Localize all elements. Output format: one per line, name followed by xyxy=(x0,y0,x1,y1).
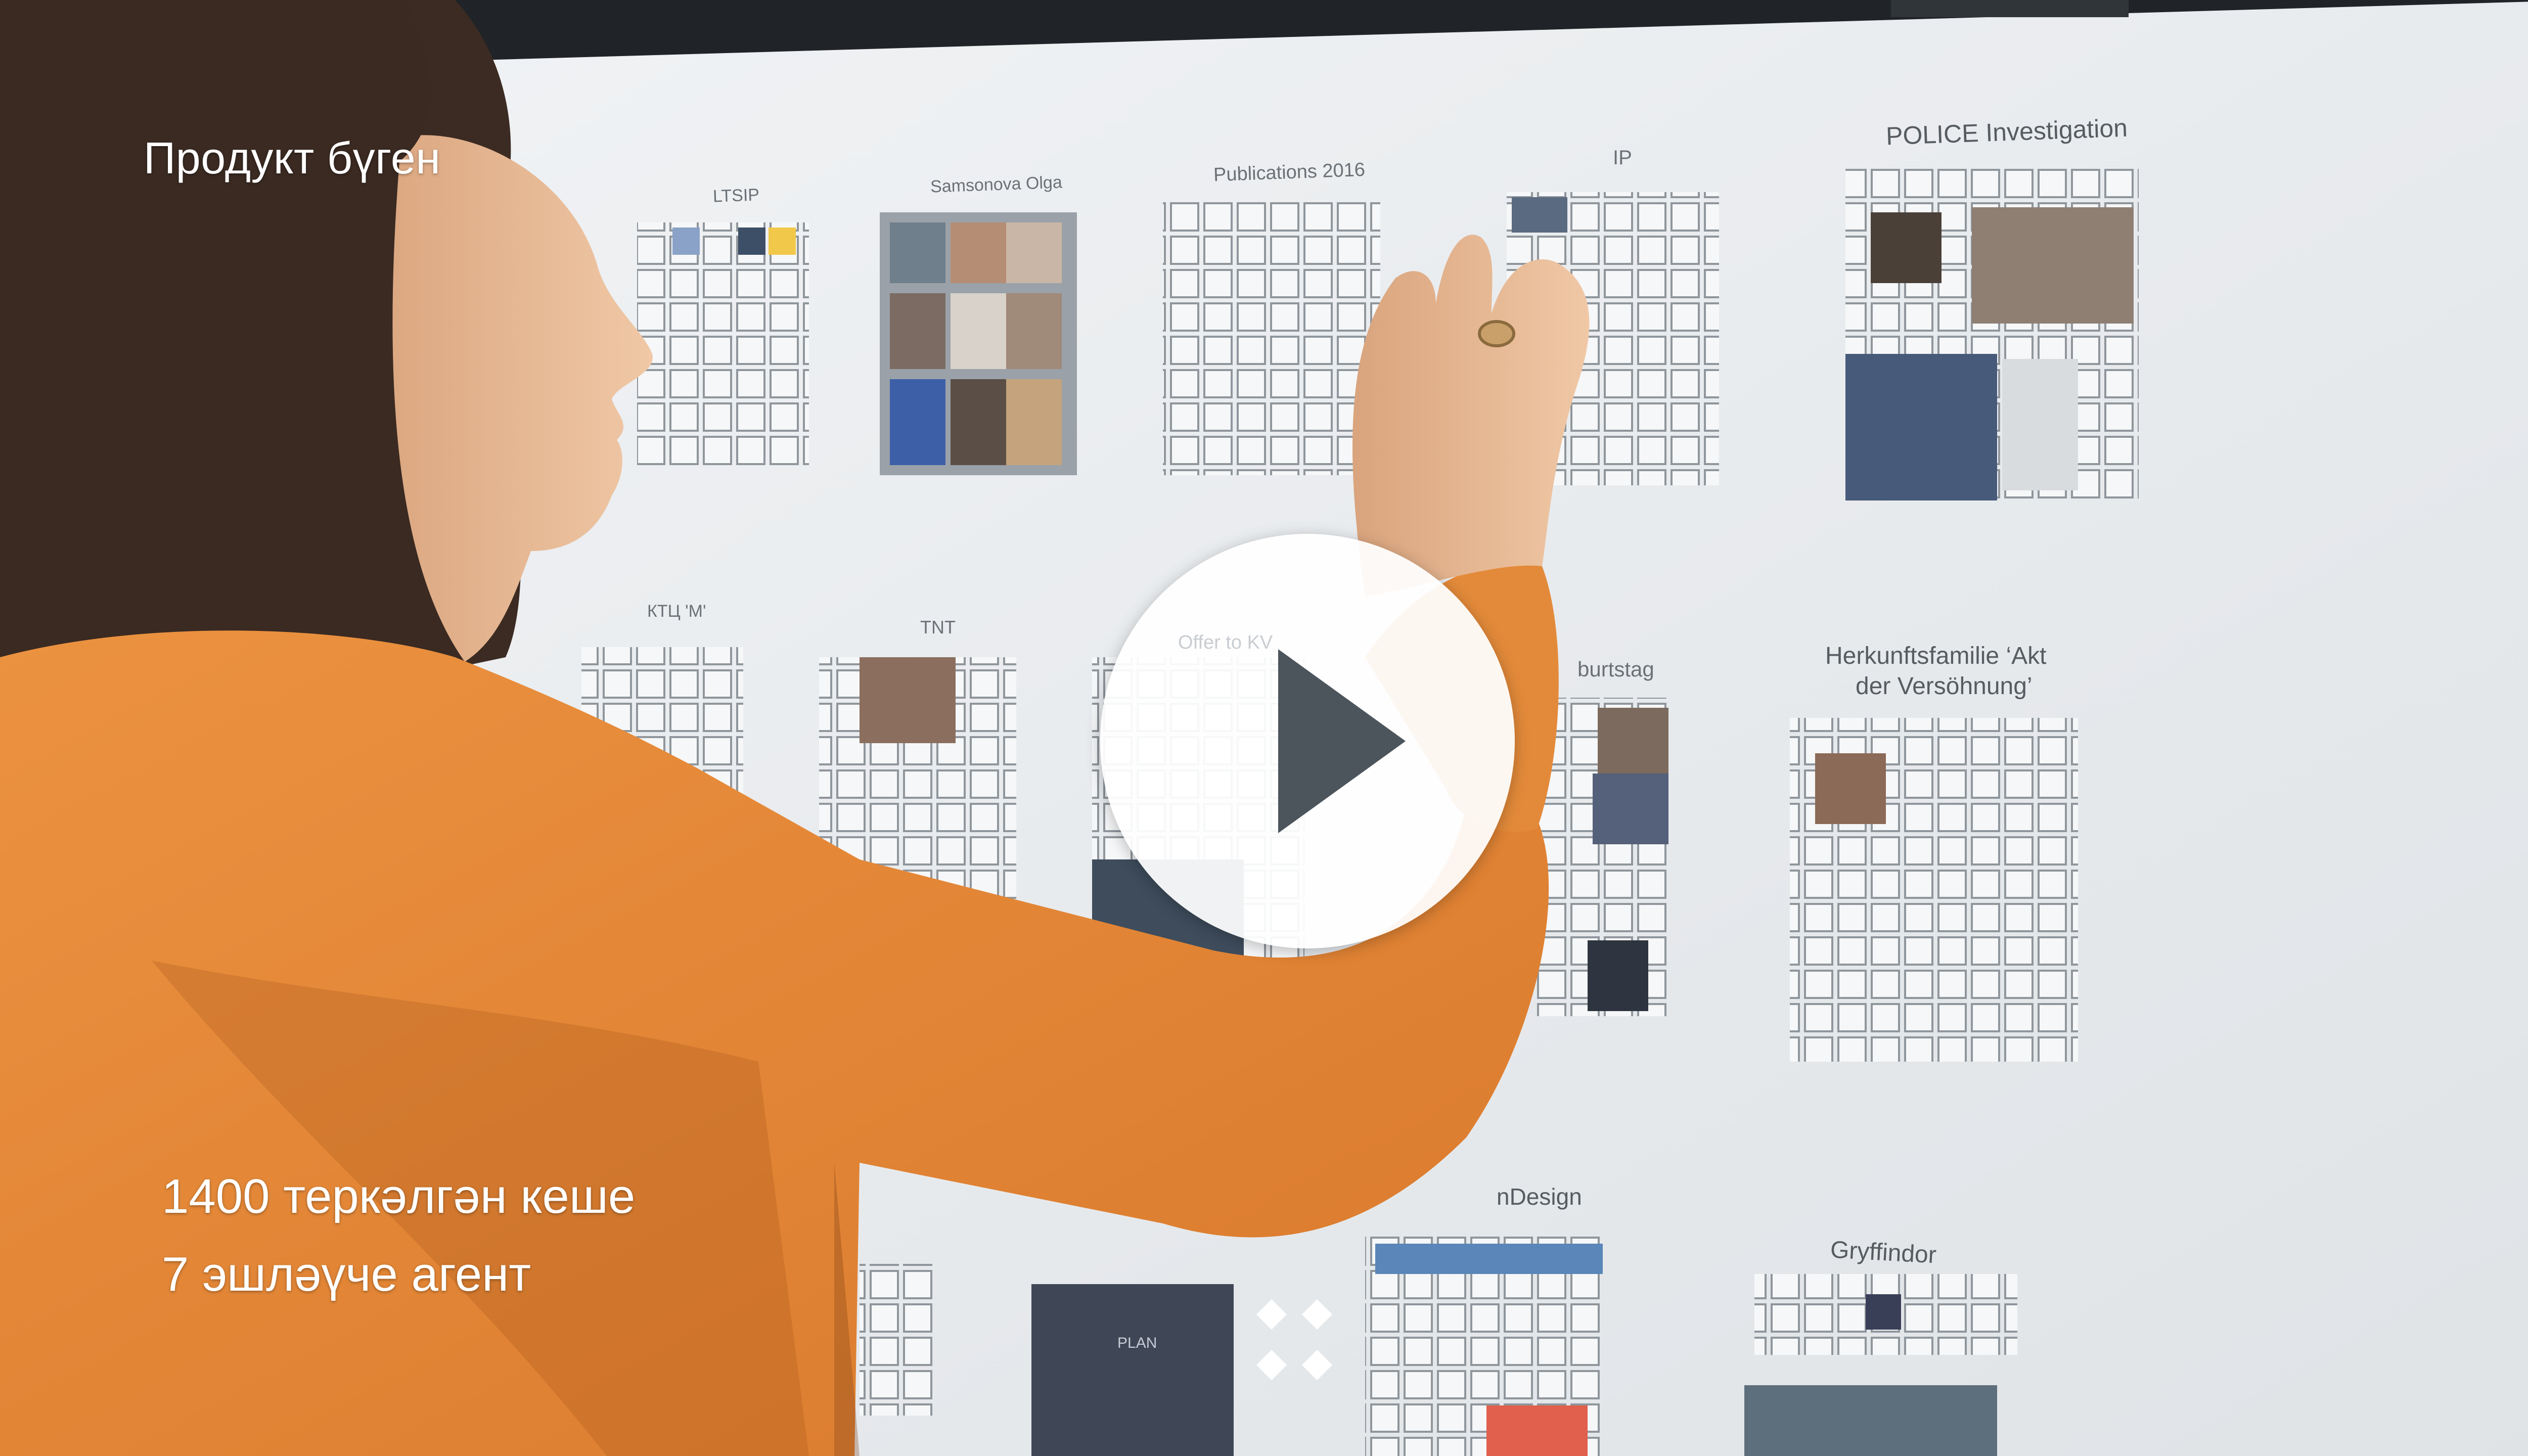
board-label-ip: IP xyxy=(1613,147,1632,169)
video-frame: Продукт бүген 1400 теркәлгән кеше 7 эшлә… xyxy=(0,0,2528,1456)
stat-agents: 7 эшләүче агент xyxy=(162,1247,531,1301)
board-label-plan: PLAN xyxy=(1117,1335,1157,1351)
board-label-geburtstag: burtstag xyxy=(1577,657,1654,681)
board-label-herkunft-line2: der Versöhnung’ xyxy=(1856,673,2033,700)
board-label-offer: Offer to KV xyxy=(1178,632,1273,653)
screen-top-tab xyxy=(1891,0,2129,17)
board-label-ktc: КТЦ 'M' xyxy=(647,602,706,621)
board-label-gryffindor: Gryffindor xyxy=(1829,1236,1937,1269)
board-label-tnt: TNT xyxy=(920,617,956,638)
play-icon xyxy=(1278,649,1406,833)
stat-registered-users: 1400 теркәлгән кеше xyxy=(162,1169,636,1223)
page-title: Продукт бүген xyxy=(144,133,441,183)
board-label-ltsip: LTSIP xyxy=(712,185,760,206)
board-label-design: nDesign xyxy=(1497,1184,1582,1210)
diamond-grid-icon xyxy=(1256,1299,1332,1380)
stats-caption: 1400 теркәлгән кеше 7 эшләүче агент xyxy=(162,1158,635,1313)
board-label-herkunft-line1: Herkunftsfamilie ‘Akt xyxy=(1825,643,2047,669)
slide-navigation[interactable] xyxy=(1249,1294,1340,1385)
play-button[interactable] xyxy=(1100,534,1515,948)
